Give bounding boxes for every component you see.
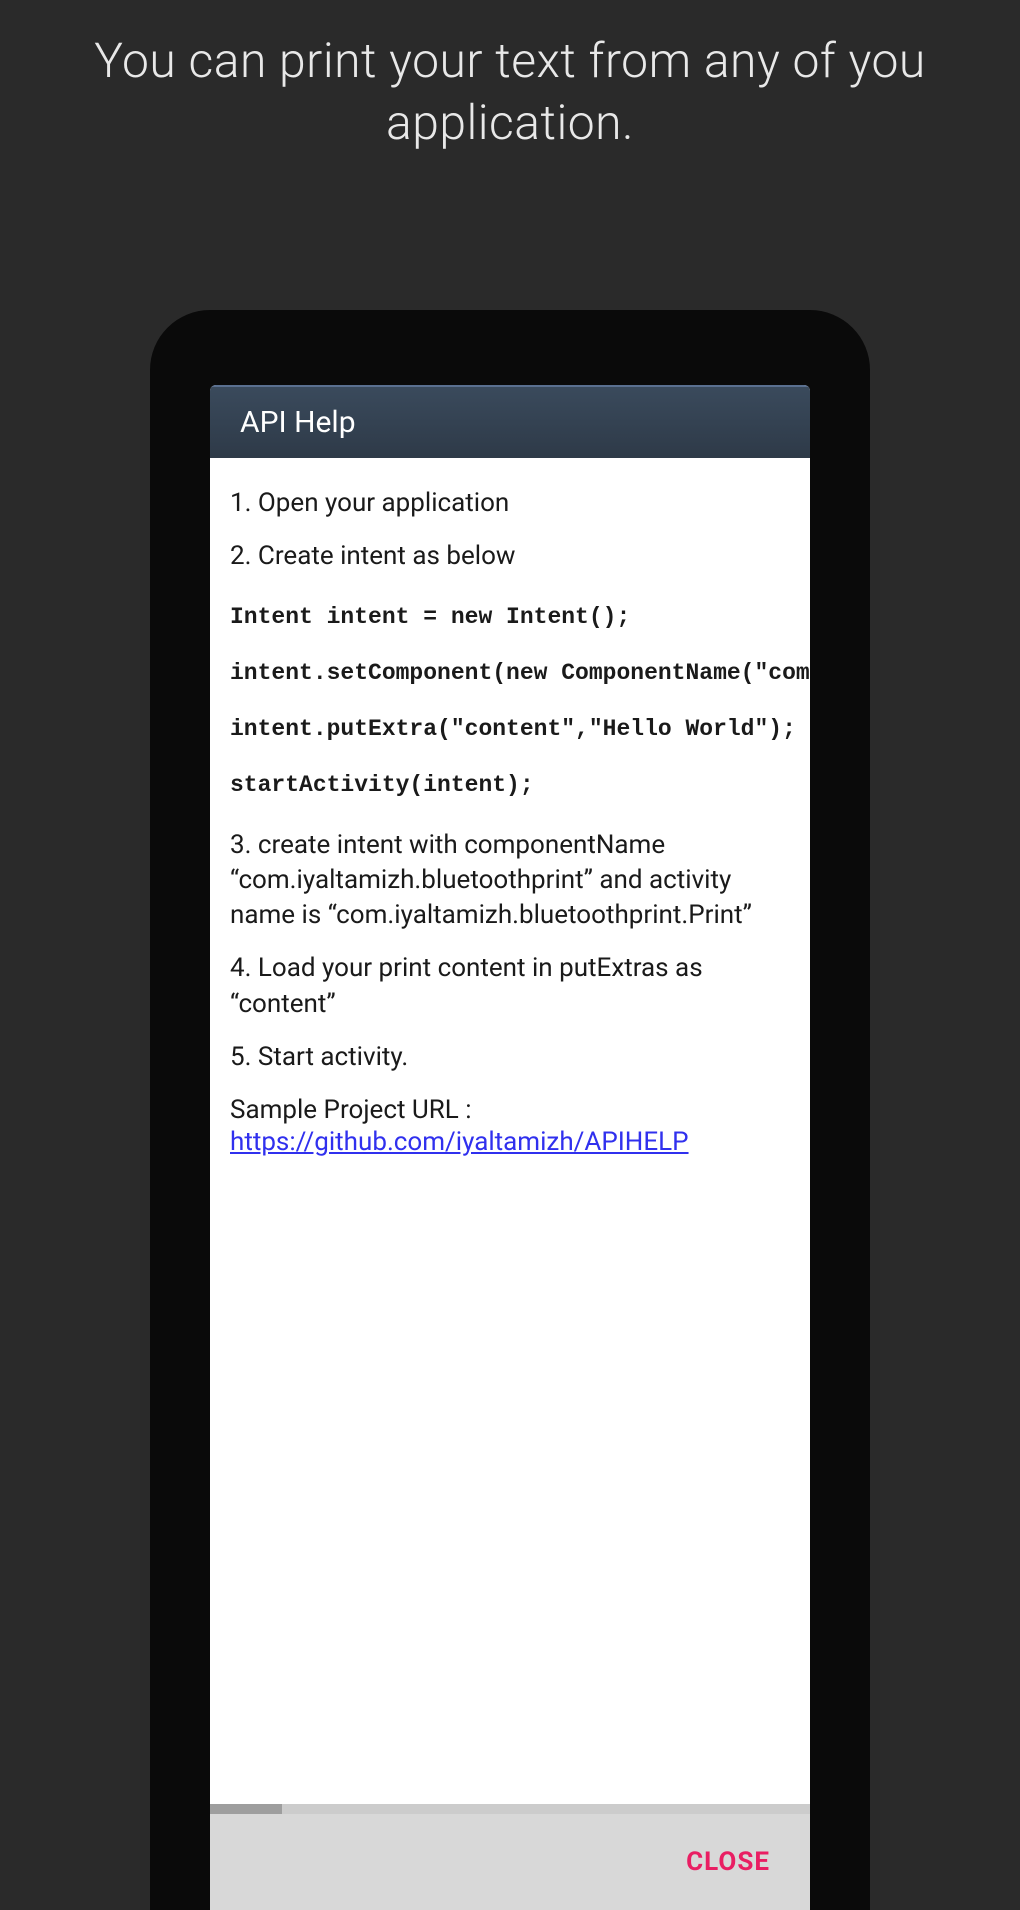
dialog-content[interactable]: 1. Open your application 2. Create inten…	[210, 458, 810, 1910]
step-4: 4. Load your print content in putExtras …	[230, 951, 790, 1021]
code-line-4: startActivity(intent);	[230, 772, 790, 798]
step-3: 3. create intent with componentName “com…	[230, 828, 790, 933]
promo-heading: You can print your text from any of you …	[0, 0, 1020, 155]
step-2: 2. Create intent as below	[230, 539, 790, 574]
sample-url-label: Sample Project URL :	[230, 1095, 790, 1125]
step-5: 5. Start activity.	[230, 1040, 790, 1075]
sample-url-link[interactable]: https://github.com/iyaltamizh/APIHELP	[230, 1127, 689, 1157]
code-line-3: intent.putExtra("content","Hello World")…	[230, 716, 790, 742]
code-line-2: intent.setComponent(new ComponentName("c…	[230, 660, 790, 686]
phone-screen: API Help 1. Open your application 2. Cre…	[210, 385, 810, 1910]
phone-frame: API Help 1. Open your application 2. Cre…	[150, 310, 870, 1910]
code-line-1: Intent intent = new Intent();	[230, 604, 790, 630]
dialog-footer: CLOSE	[210, 1814, 810, 1910]
dialog-title: API Help	[210, 385, 810, 458]
close-button[interactable]: CLOSE	[686, 1847, 770, 1877]
step-1: 1. Open your application	[230, 486, 790, 521]
